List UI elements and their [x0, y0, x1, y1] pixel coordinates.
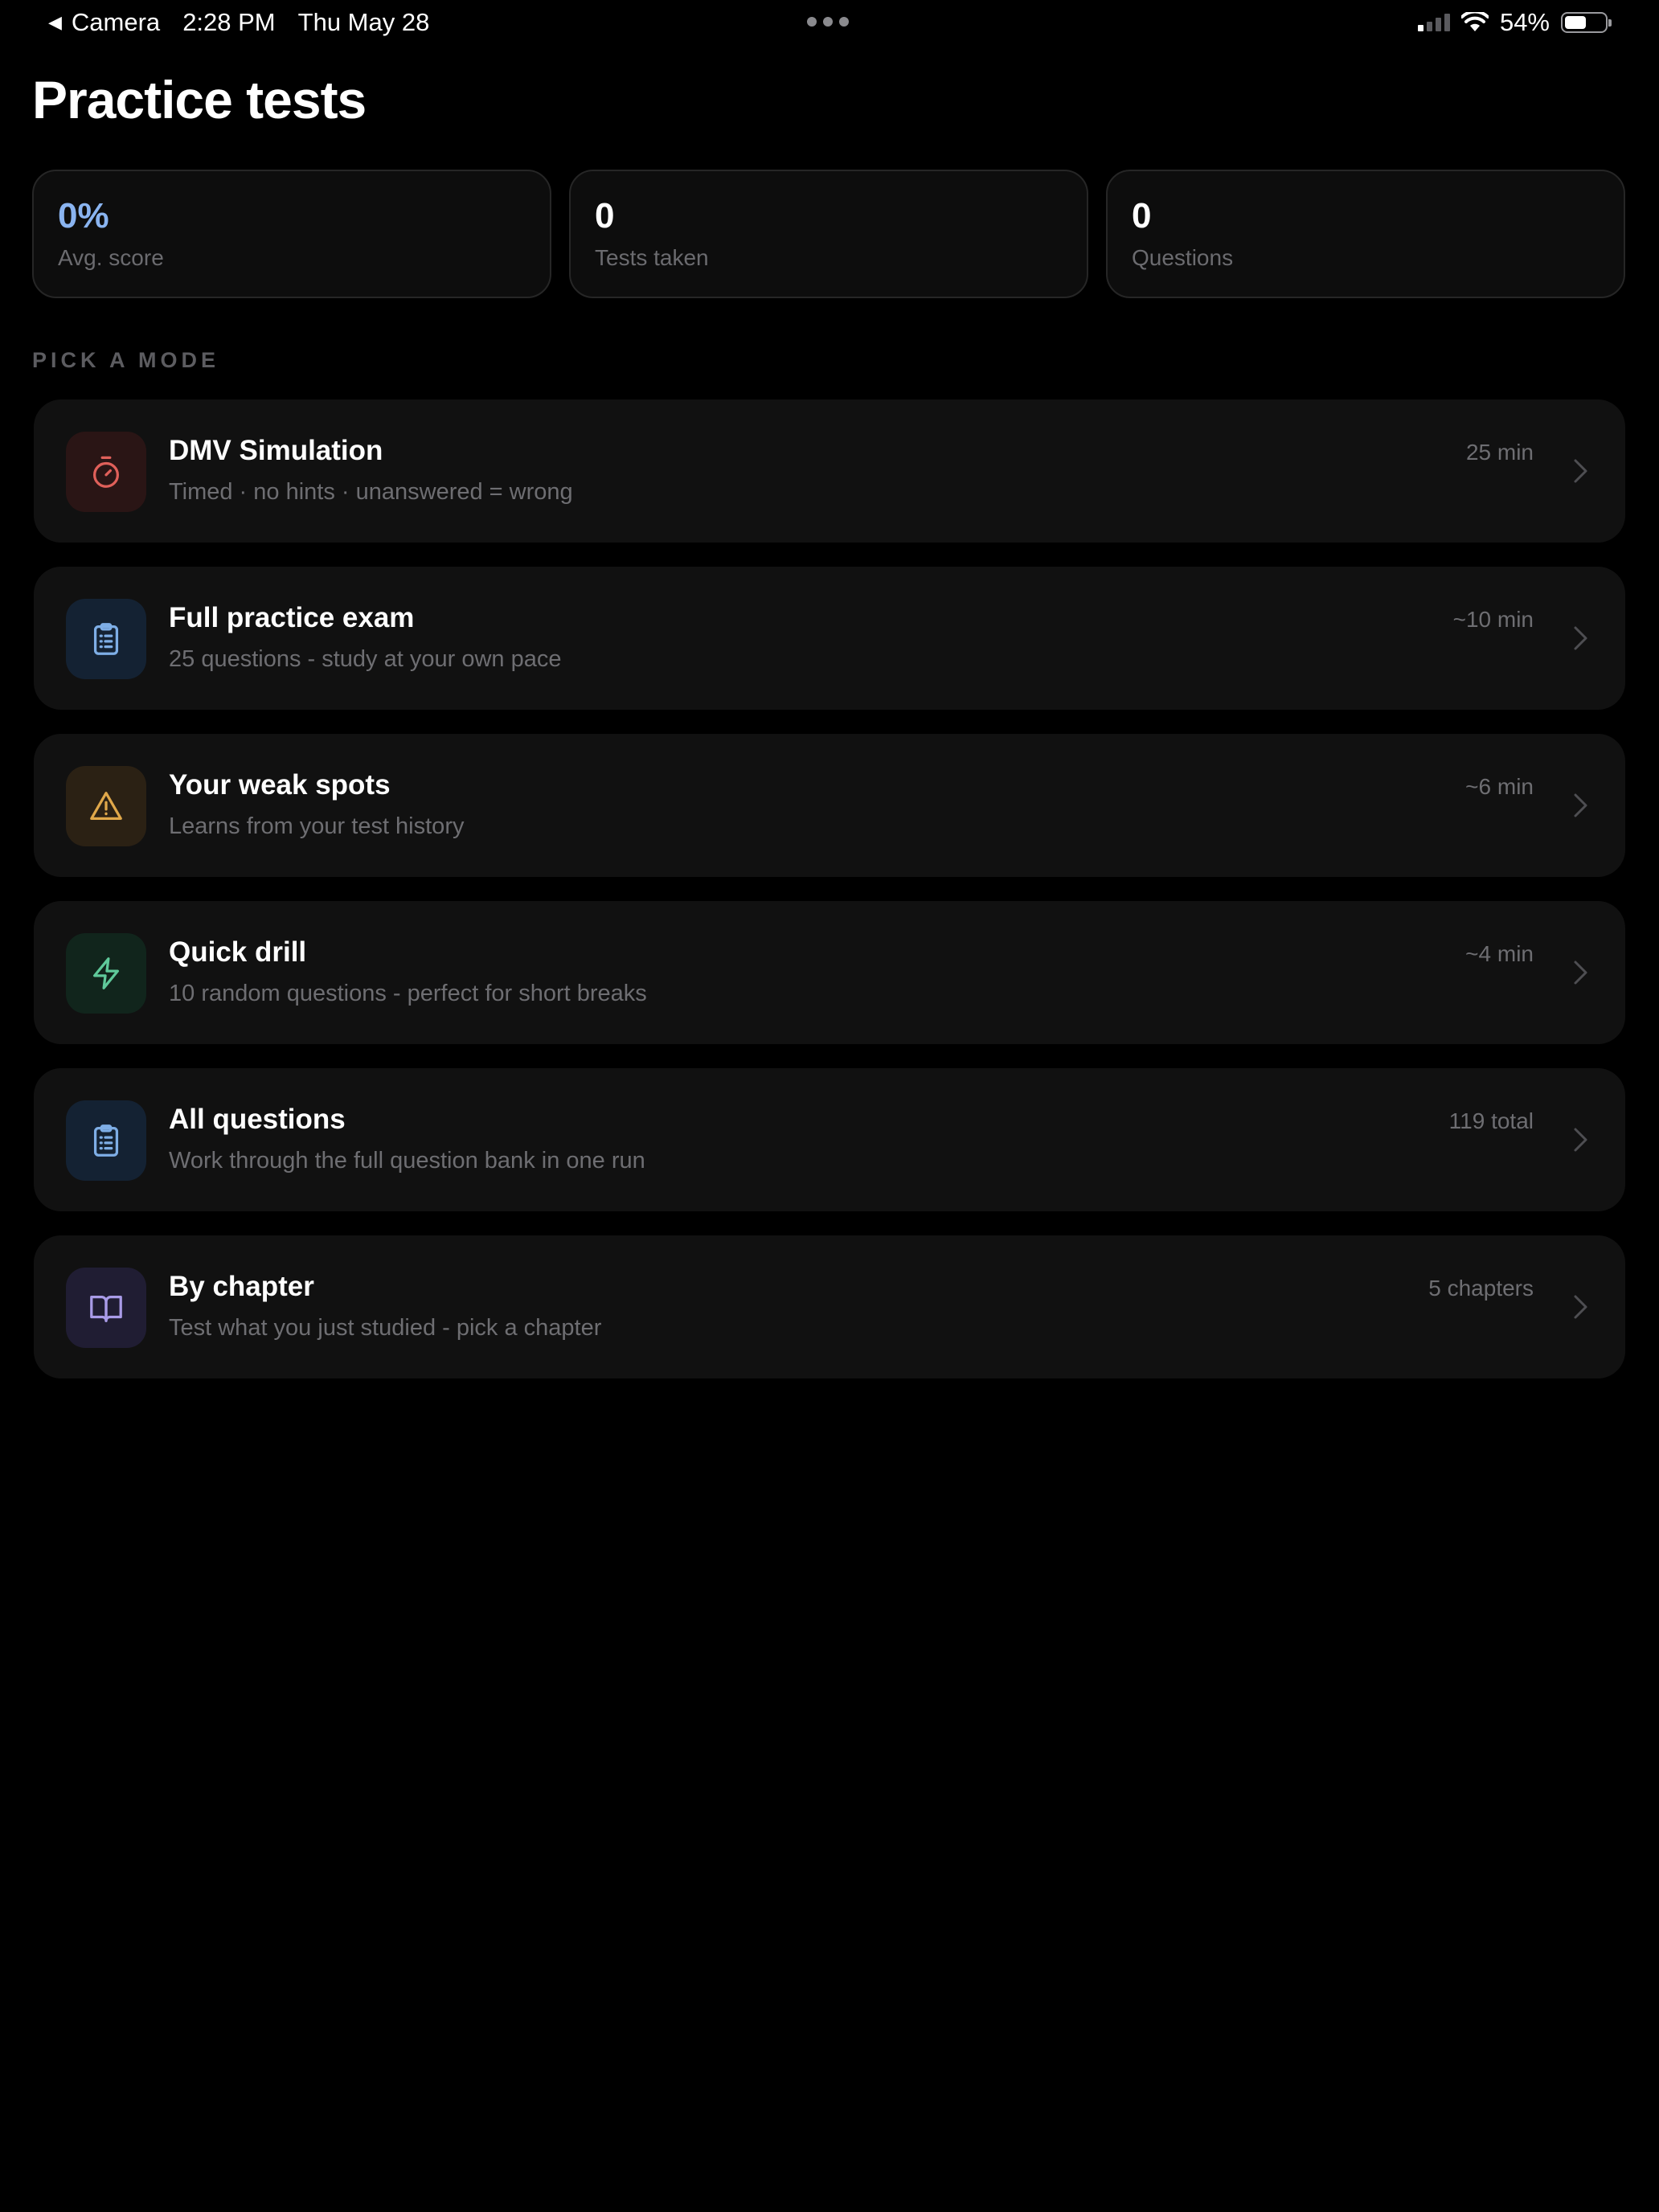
mode-title: Your weak spots: [169, 769, 391, 801]
stat-card-questions: 0 Questions: [1106, 170, 1625, 298]
mode-duration: ~4 min: [1465, 941, 1534, 966]
mode-icon-tile: [66, 432, 146, 512]
mode-row-all-questions[interactable]: All questions Work through the full ques…: [34, 1068, 1625, 1211]
clipboard-list-icon: [93, 623, 119, 655]
section-heading: PICK A MODE: [32, 348, 220, 372]
stat-card-avg-score: 0% Avg. score: [32, 170, 551, 298]
mode-subtitle: Timed · no hints · unanswered = wrong: [169, 479, 573, 505]
status-date: Thu May 28: [297, 8, 430, 36]
cellular-signal-icon: [1417, 14, 1450, 31]
stat-label: Questions: [1132, 245, 1234, 270]
mode-icon-tile: [66, 766, 146, 846]
mode-title: Full practice exam: [169, 602, 415, 633]
stat-value: 0: [1132, 196, 1152, 236]
mode-subtitle: 25 questions - study at your own pace: [169, 646, 562, 672]
mode-icon-tile: [66, 599, 146, 679]
stat-label: Avg. score: [58, 245, 164, 270]
mode-row-full-practice-exam[interactable]: Full practice exam 25 questions - study …: [34, 567, 1625, 710]
stat-label: Tests taken: [595, 245, 709, 270]
mode-subtitle: Test what you just studied - pick a chap…: [169, 1315, 602, 1341]
warning-triangle-icon: [90, 792, 122, 820]
mode-icon-tile: [66, 933, 146, 1014]
stopwatch-icon: [92, 456, 120, 488]
status-time: 2:28 PM: [182, 8, 276, 36]
mode-row-weak-spots[interactable]: Your weak spots Learns from your test hi…: [34, 734, 1625, 877]
stat-card-tests-taken: 0 Tests taken: [569, 170, 1088, 298]
open-book-icon: [90, 1295, 122, 1322]
stat-value: 0%: [58, 196, 109, 236]
chevron-right-icon: [1574, 1295, 1587, 1319]
mode-title: All questions: [169, 1104, 346, 1135]
mode-subtitle: 10 random questions - perfect for short …: [169, 981, 647, 1006]
mode-subtitle: Learns from your test history: [169, 813, 465, 839]
mode-row-dmv-simulation[interactable]: DMV Simulation Timed · no hints · unansw…: [34, 399, 1625, 543]
back-to-app-link[interactable]: Camera: [72, 8, 160, 37]
chevron-right-icon: [1574, 626, 1587, 650]
mode-row-quick-drill[interactable]: Quick drill 10 random questions - perfec…: [34, 901, 1625, 1044]
mode-subtitle: Work through the full question bank in o…: [169, 1148, 645, 1174]
mode-title: Quick drill: [169, 936, 307, 968]
status-bar-right: 54%: [1417, 8, 1612, 37]
stat-value: 0: [595, 196, 615, 236]
mode-icon-tile: [66, 1268, 146, 1348]
mode-icon-tile: [66, 1100, 146, 1181]
mode-list: DMV Simulation Timed · no hints · unansw…: [34, 399, 1625, 1403]
clipboard-list-icon: [93, 1124, 119, 1157]
chevron-right-icon: [1574, 1128, 1587, 1152]
battery-icon: [1561, 12, 1612, 33]
mode-title: By chapter: [169, 1271, 314, 1302]
multitasking-dots-icon[interactable]: [807, 17, 849, 27]
chevron-right-icon: [1574, 793, 1587, 817]
page-title: Practice tests: [32, 70, 367, 129]
lightning-icon: [92, 957, 120, 989]
chevron-right-icon: [1574, 961, 1587, 985]
mode-title: DMV Simulation: [169, 435, 383, 466]
stats-row: 0% Avg. score 0 Tests taken 0 Questions: [32, 170, 1627, 298]
mode-duration: ~10 min: [1452, 607, 1534, 632]
chevron-right-icon: [1574, 459, 1587, 483]
mode-count: 119 total: [1448, 1108, 1534, 1133]
status-bar-left: ◀ Camera 2:28 PM Thu May 28: [48, 8, 429, 37]
wifi-icon: [1460, 12, 1489, 31]
mode-duration: 25 min: [1465, 440, 1534, 465]
battery-percentage: 54%: [1499, 8, 1550, 36]
mode-count: 5 chapters: [1428, 1276, 1534, 1301]
mode-duration: ~6 min: [1465, 774, 1534, 799]
mode-row-by-chapter[interactable]: By chapter Test what you just studied - …: [34, 1235, 1625, 1378]
status-bar: ◀ Camera 2:28 PM Thu May 28 54%: [0, 0, 1659, 48]
back-arrow-icon[interactable]: ◀: [48, 12, 62, 33]
